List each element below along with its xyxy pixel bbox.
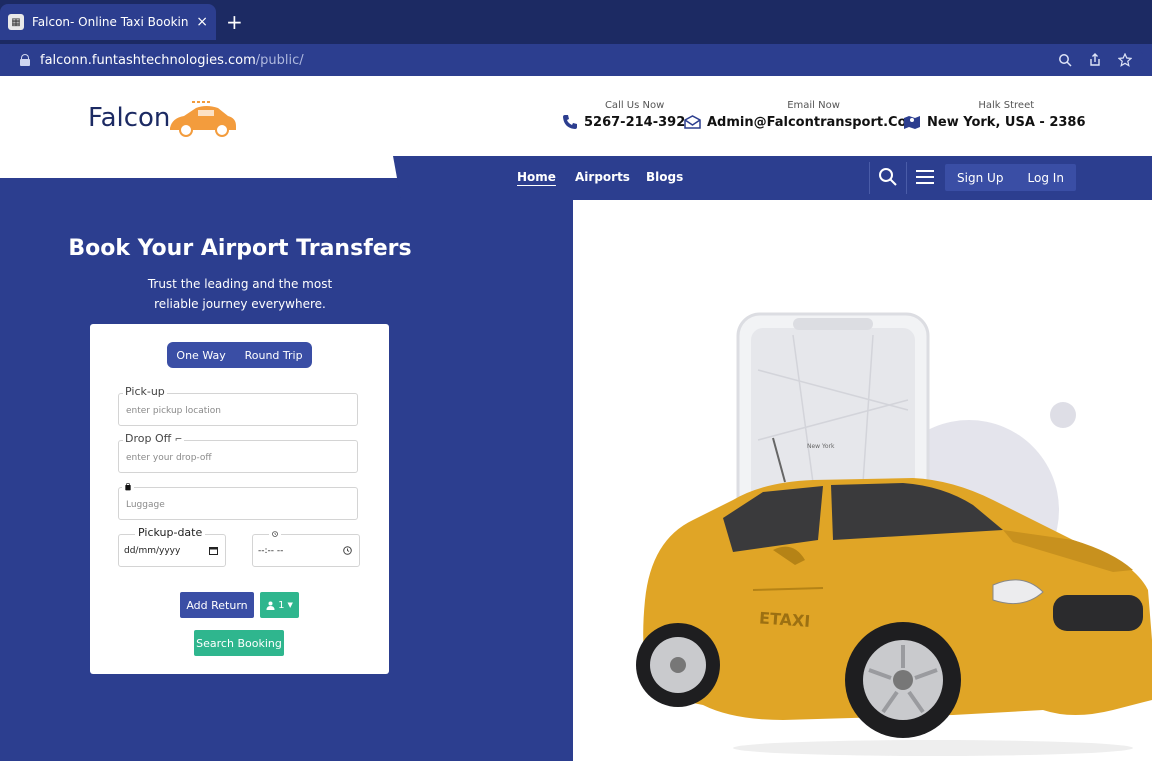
browser-tab-bar: ▦ Falcon- Online Taxi Booking S × + [0,0,1152,44]
dropoff-placeholder: enter your drop-off [126,453,212,463]
dropoff-label: Drop Off ⌐ [123,432,185,445]
address-bar: falconn.funtashtechnologies.com/public/ [0,44,1152,76]
url-host: falconn.funtashtechnologies.com [40,52,256,68]
hero-title: Book Your Airport Transfers [68,236,412,261]
pickup-date-value: dd/mm/yyyy [124,546,181,556]
main-nav: Home Airports Blogs Sign Up Log In [0,156,1152,200]
search-icon[interactable] [878,166,898,188]
pickup-label: Pick-up [123,385,167,398]
hamburger-menu-icon[interactable] [916,170,934,184]
browser-tab[interactable]: ▦ Falcon- Online Taxi Booking S × [0,4,216,40]
taxi-logo-icon [170,101,237,137]
logo-text: Falcon [88,103,171,133]
user-icon [266,601,275,610]
pickup-field[interactable]: Pick-up enter pickup location [118,385,358,426]
car-door-sign: ETAXI [758,608,810,631]
url-path: /public/ [255,52,304,68]
email-icon [684,115,701,129]
dropoff-label-text: Drop Off [125,432,172,445]
url-field[interactable]: falconn.funtashtechnologies.com/public/ [8,46,1144,74]
dropoff-marker-icon: ⌐ [174,435,183,445]
sign-up-button[interactable]: Sign Up [957,171,1003,185]
clock-icon [269,528,281,540]
nav-divider [869,162,870,194]
auth-buttons: Sign Up Log In [945,164,1076,191]
email-contact[interactable]: Email Now Admin@Falcontransport.Com [684,100,920,130]
site-header: Falcon Call Us Now 5267-214-392 Email No… [0,76,1152,156]
phone-icon [563,115,577,129]
booking-form: One Way Round Trip Pick-up enter pickup … [90,324,389,674]
nav-airports[interactable]: Airports [575,170,630,184]
lock-icon [20,54,30,66]
luggage-field[interactable]: Luggage [118,481,358,520]
call-number: 5267-214-392 [584,115,686,130]
email-label: Email Now [787,100,840,111]
call-contact[interactable]: Call Us Now 5267-214-392 [562,100,685,130]
pickup-time-value: --:-- -- [258,546,284,556]
tab-close-icon[interactable]: × [196,14,208,30]
zoom-icon[interactable] [1058,53,1072,67]
pickup-time-field[interactable]: --:-- -- [252,528,360,567]
log-in-button[interactable]: Log In [1028,171,1064,185]
site-favicon-icon: ▦ [8,14,24,30]
round-trip-option[interactable]: Round Trip [245,349,303,362]
falcon-logo[interactable]: Falcon [88,98,238,138]
luggage-placeholder: Luggage [126,500,165,510]
add-return-button[interactable]: Add Return [180,592,254,618]
map-icon [904,116,920,129]
luggage-icon [122,481,134,493]
hero-subtitle-line: Trust the leading and the most [147,277,333,291]
pickup-date-field[interactable]: Pickup-date dd/mm/yyyy [118,526,226,567]
email-address: Admin@Falcontransport.Com [707,115,921,130]
time-picker-icon[interactable] [343,546,352,555]
nav-home[interactable]: Home [517,170,556,184]
pickup-placeholder: enter pickup location [126,406,221,416]
passenger-count: 1 [278,599,285,611]
taxi-with-phone-illustration: New York ETAXI [636,312,1152,756]
hero-image: New York ETAXI [573,200,1152,761]
hero-subtitle-line: reliable journey everywhere. [154,297,326,311]
share-icon[interactable] [1088,53,1102,67]
address-value: New York, USA - 2386 [927,115,1086,130]
trip-type-toggle: One Way Round Trip [167,342,312,368]
new-tab-button[interactable]: + [226,10,243,34]
search-booking-button[interactable]: Search Booking [194,630,284,656]
call-label: Call Us Now [604,100,665,111]
pickup-date-label: Pickup-date [135,526,206,539]
hero-subtitle: Trust the leading and the most reliable … [0,274,480,314]
address-label: Halk Street [978,100,1035,111]
nav-divider [906,162,907,194]
nav-blogs[interactable]: Blogs [646,170,683,184]
caret-down-icon: ▼ [287,601,293,609]
dropoff-field[interactable]: Drop Off ⌐ enter your drop-off [118,432,358,473]
calendar-icon[interactable] [209,546,218,555]
address-contact: Halk Street New York, USA - 2386 [903,100,1086,130]
bookmark-star-icon[interactable] [1118,53,1132,67]
tab-title: Falcon- Online Taxi Booking S [32,15,189,29]
passenger-count-dropdown[interactable]: 1 ▼ [260,592,299,618]
map-city-label: New York [807,443,835,450]
one-way-option[interactable]: One Way [176,349,225,362]
